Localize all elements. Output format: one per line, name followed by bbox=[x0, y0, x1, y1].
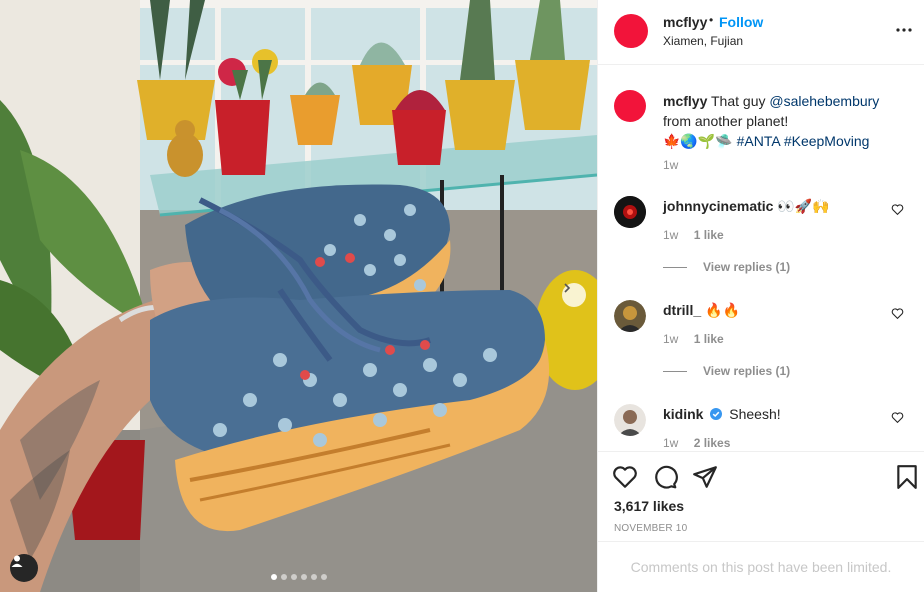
save-bookmark-icon[interactable] bbox=[894, 464, 920, 490]
more-horizontal-icon bbox=[896, 28, 912, 32]
replies-divider bbox=[663, 266, 687, 268]
mention-link[interactable]: @salehebembury bbox=[769, 93, 879, 109]
likes-count[interactable]: 3,617 likes bbox=[614, 498, 684, 514]
avatar-image bbox=[614, 300, 646, 332]
caption-username[interactable]: mcflyy bbox=[663, 93, 707, 109]
comments-limited-text: Comments on this post have been limited. bbox=[630, 559, 892, 575]
heart-outline-icon[interactable] bbox=[891, 307, 904, 320]
comment-username[interactable]: dtrill_ bbox=[663, 302, 701, 318]
verified-badge-icon bbox=[710, 408, 723, 420]
carousel-dot bbox=[290, 574, 297, 580]
carousel-indicator bbox=[0, 574, 597, 580]
next-photo-button[interactable] bbox=[562, 283, 586, 307]
carousel-dot bbox=[280, 574, 287, 580]
author-username[interactable]: mcflyy bbox=[663, 14, 707, 30]
comment-username[interactable]: kidink bbox=[663, 406, 703, 422]
photo-illustration bbox=[0, 0, 597, 592]
user-icon bbox=[11, 555, 23, 567]
carousel-dot bbox=[310, 574, 317, 580]
view-replies-button[interactable]: View replies (1) bbox=[663, 364, 790, 378]
avatar[interactable] bbox=[614, 14, 648, 48]
comment-icon[interactable] bbox=[652, 464, 678, 490]
avatar-image bbox=[614, 196, 646, 228]
comments-list[interactable]: mcflyy That guy @salehebembury from anot… bbox=[598, 66, 924, 451]
view-replies-label: View replies (1) bbox=[703, 260, 791, 274]
comment-item: dtrill_ 🔥🔥 1w 1 like View replies (1) bbox=[598, 294, 924, 398]
comment-meta: 1w 1 like bbox=[663, 228, 736, 242]
hashtag-link[interactable]: #ANTA bbox=[737, 133, 780, 149]
location-link[interactable]: Xiamen, Fujian bbox=[663, 34, 743, 48]
carousel-dot bbox=[300, 574, 307, 580]
separator-dot: • bbox=[709, 13, 714, 27]
comment-body: 👀🚀🙌 bbox=[777, 198, 830, 214]
comment-text: dtrill_ 🔥🔥 bbox=[663, 302, 740, 319]
caption-text: mcflyy That guy @salehebembury from anot… bbox=[663, 91, 903, 151]
comments-limited-notice: Comments on this post have been limited. bbox=[598, 541, 924, 592]
comment-timestamp[interactable]: 1w bbox=[663, 228, 678, 242]
comment-item: kidink Sheesh! 1w 2 likes bbox=[598, 398, 924, 451]
caption-emoji: 🍁🌏🌱🛸 bbox=[663, 133, 733, 149]
comment-likes[interactable]: 1 like bbox=[694, 332, 724, 346]
view-replies-button[interactable]: View replies (1) bbox=[663, 260, 790, 274]
hashtag-link[interactable]: #KeepMoving bbox=[784, 133, 870, 149]
carousel-dot bbox=[320, 574, 327, 580]
caption-body-2: from another planet! bbox=[663, 113, 789, 129]
post-date[interactable]: NOVEMBER 10 bbox=[614, 523, 687, 534]
comment-item: johnnycinematic 👀🚀🙌 1w 1 like View repli… bbox=[598, 190, 924, 294]
post-side-panel: mcflyy • Follow Xiamen, Fujian mcflyy Th… bbox=[597, 0, 924, 592]
heart-outline-icon[interactable] bbox=[891, 411, 904, 424]
avatar[interactable] bbox=[614, 404, 646, 436]
more-options-button[interactable] bbox=[894, 20, 914, 40]
avatar[interactable] bbox=[614, 196, 646, 228]
post-actions: 3,617 likes NOVEMBER 10 bbox=[598, 451, 924, 541]
avatar[interactable] bbox=[614, 300, 646, 332]
comment-body: Sheesh! bbox=[729, 406, 781, 422]
comment-timestamp[interactable]: 1w bbox=[663, 332, 678, 346]
follow-button[interactable]: Follow bbox=[719, 14, 763, 30]
comment-meta: 1w 2 likes bbox=[663, 436, 742, 450]
comment-text: johnnycinematic 👀🚀🙌 bbox=[663, 198, 830, 215]
view-replies-label: View replies (1) bbox=[703, 364, 791, 378]
avatar-image bbox=[614, 404, 646, 436]
chevron-right-icon bbox=[564, 283, 571, 293]
comment-likes[interactable]: 2 likes bbox=[694, 436, 731, 450]
comment-body: 🔥🔥 bbox=[705, 302, 740, 318]
caption-body: That guy bbox=[711, 93, 770, 109]
tagged-users-button[interactable] bbox=[10, 554, 38, 582]
comment-likes[interactable]: 1 like bbox=[694, 228, 724, 242]
share-paper-plane-icon[interactable] bbox=[692, 464, 718, 490]
carousel-dot bbox=[270, 574, 277, 580]
comment-username[interactable]: johnnycinematic bbox=[663, 198, 773, 214]
post-photo[interactable] bbox=[0, 0, 597, 592]
avatar[interactable] bbox=[614, 90, 646, 122]
heart-outline-icon[interactable] bbox=[891, 203, 904, 216]
comment-timestamp[interactable]: 1w bbox=[663, 436, 678, 450]
post-header: mcflyy • Follow Xiamen, Fujian bbox=[598, 0, 924, 65]
comment-meta: 1w 1 like bbox=[663, 332, 736, 346]
caption-timestamp[interactable]: 1w bbox=[663, 158, 678, 172]
replies-divider bbox=[663, 370, 687, 372]
comment-text: kidink Sheesh! bbox=[663, 406, 781, 422]
like-heart-icon[interactable] bbox=[612, 464, 638, 490]
